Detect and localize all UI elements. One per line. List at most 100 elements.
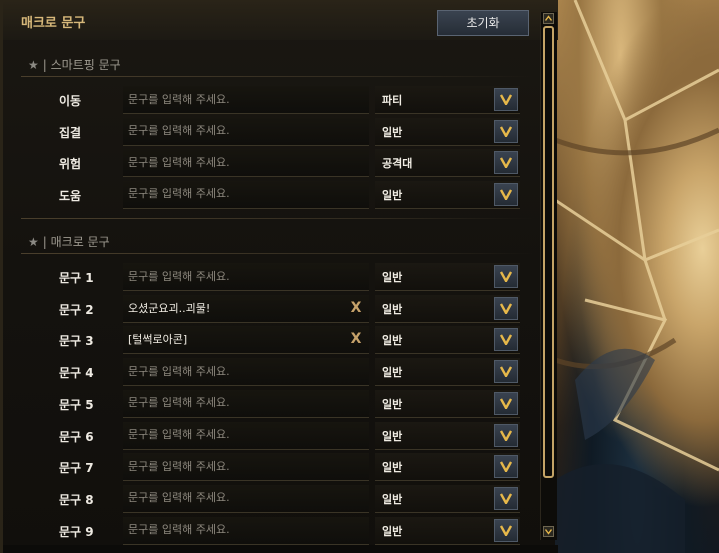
arrow-down-icon[interactable] bbox=[543, 526, 554, 537]
phrase-input[interactable] bbox=[128, 516, 338, 543]
channel-select[interactable]: 일반 bbox=[375, 117, 520, 146]
phrase-input[interactable] bbox=[128, 180, 338, 207]
arrow-up-icon[interactable] bbox=[543, 13, 554, 24]
section-divider bbox=[21, 76, 533, 77]
channel-value: 일반 bbox=[382, 125, 403, 139]
phrase-field[interactable] bbox=[123, 358, 369, 387]
phrase-field[interactable] bbox=[123, 149, 369, 177]
phrase-field[interactable] bbox=[123, 421, 369, 450]
macro-section-header: ★ | 매크로 문구 bbox=[28, 233, 110, 250]
phrase-input[interactable] bbox=[128, 294, 338, 321]
row-label: 집결 bbox=[59, 125, 82, 140]
macro-section-title: | 매크로 문구 bbox=[42, 235, 110, 249]
phrase-input[interactable] bbox=[128, 86, 338, 112]
bottom-strip bbox=[3, 545, 558, 553]
row-label: 문구 4 bbox=[59, 366, 94, 381]
clear-icon[interactable]: X bbox=[349, 331, 363, 347]
macro-row: 문구 9 일반 bbox=[3, 516, 543, 545]
macro-phrase-panel: 매크로 문구 초기화 ★| 스마트핑 문구 이동파티집결일반위험공격대도움일반 … bbox=[0, 0, 558, 553]
channel-value: 일반 bbox=[382, 302, 403, 316]
phrase-input[interactable] bbox=[128, 149, 338, 175]
macro-row: 문구 5 일반 bbox=[3, 389, 543, 418]
smart-ping-section-header: ★ | 스마트핑 문구 bbox=[28, 56, 121, 73]
scrollbar-thumb[interactable] bbox=[543, 26, 554, 478]
channel-select[interactable]: 일반 bbox=[375, 389, 520, 418]
phrase-field[interactable] bbox=[123, 263, 369, 291]
phrase-field[interactable] bbox=[123, 86, 369, 114]
reset-button[interactable]: 초기화 bbox=[437, 10, 529, 36]
channel-select[interactable]: 일반 bbox=[375, 263, 520, 291]
chevron-down-icon[interactable] bbox=[494, 455, 518, 479]
phrase-input[interactable] bbox=[128, 358, 338, 385]
macro-row: 문구 3 X 일반 bbox=[3, 326, 543, 355]
row-label: 문구 8 bbox=[59, 492, 94, 507]
macro-row: 문구 6 일반 bbox=[3, 421, 543, 450]
phrase-field[interactable] bbox=[123, 389, 369, 418]
clear-icon[interactable]: X bbox=[349, 300, 363, 316]
phrase-field[interactable] bbox=[123, 180, 369, 209]
phrase-input[interactable] bbox=[128, 389, 338, 416]
phrase-field[interactable]: X bbox=[123, 294, 369, 323]
chevron-down-icon[interactable] bbox=[494, 518, 518, 542]
channel-value: 일반 bbox=[382, 334, 403, 348]
chevron-down-icon[interactable] bbox=[494, 151, 518, 174]
smart-ping-section-title: | 스마트핑 문구 bbox=[42, 58, 121, 72]
channel-select[interactable]: 파티 bbox=[375, 86, 520, 114]
channel-select[interactable]: 일반 bbox=[375, 516, 520, 545]
phrase-input[interactable] bbox=[128, 117, 338, 144]
phrase-field[interactable] bbox=[123, 484, 369, 513]
chevron-down-icon[interactable] bbox=[494, 88, 518, 111]
phrase-input[interactable] bbox=[128, 453, 338, 480]
channel-value: 일반 bbox=[382, 366, 403, 380]
channel-value: 파티 bbox=[382, 94, 403, 107]
title-bar: 매크로 문구 초기화 bbox=[3, 0, 558, 40]
phrase-field[interactable] bbox=[123, 516, 369, 545]
chevron-down-icon[interactable] bbox=[494, 486, 518, 510]
row-label: 이동 bbox=[59, 94, 82, 108]
phrase-field[interactable] bbox=[123, 117, 369, 146]
row-label: 문구 6 bbox=[59, 429, 94, 444]
phrase-input[interactable] bbox=[128, 484, 338, 511]
chevron-down-icon[interactable] bbox=[494, 391, 518, 415]
channel-select[interactable]: 일반 bbox=[375, 358, 520, 387]
star-icon: ★ bbox=[28, 235, 39, 249]
channel-value: 일반 bbox=[382, 524, 403, 538]
chevron-down-icon[interactable] bbox=[494, 265, 518, 288]
macro-row: 문구 2 X 일반 bbox=[3, 294, 543, 323]
channel-value: 일반 bbox=[382, 461, 403, 475]
chevron-down-icon[interactable] bbox=[494, 360, 518, 384]
row-label: 문구 2 bbox=[59, 302, 94, 317]
smart-ping-row: 위험 공격대 bbox=[3, 149, 543, 177]
macro-row: 문구 7 일반 bbox=[3, 453, 543, 482]
star-icon: ★ bbox=[28, 58, 39, 72]
phrase-input[interactable] bbox=[128, 421, 338, 448]
channel-select[interactable]: 일반 bbox=[375, 294, 520, 323]
channel-select[interactable]: 일반 bbox=[375, 484, 520, 513]
channel-select[interactable]: 일반 bbox=[375, 453, 520, 482]
channel-select[interactable]: 일반 bbox=[375, 180, 520, 209]
channel-select[interactable]: 공격대 bbox=[375, 149, 520, 177]
macro-row: 문구 4 일반 bbox=[3, 358, 543, 387]
row-label: 문구 7 bbox=[59, 461, 94, 476]
channel-select[interactable]: 일반 bbox=[375, 421, 520, 450]
row-label: 문구 5 bbox=[59, 397, 94, 412]
chevron-down-icon[interactable] bbox=[494, 296, 518, 320]
section-divider bbox=[21, 218, 533, 219]
channel-select[interactable]: 일반 bbox=[375, 326, 520, 355]
chevron-down-icon[interactable] bbox=[494, 119, 518, 143]
phrase-field[interactable] bbox=[123, 453, 369, 482]
channel-value: 일반 bbox=[382, 188, 403, 202]
chevron-down-icon[interactable] bbox=[494, 182, 518, 206]
smart-ping-row: 도움 일반 bbox=[3, 180, 543, 209]
channel-value: 일반 bbox=[382, 492, 403, 506]
phrase-field[interactable]: X bbox=[123, 326, 369, 355]
channel-value: 공격대 bbox=[382, 157, 413, 170]
chevron-down-icon[interactable] bbox=[494, 328, 518, 352]
chevron-down-icon[interactable] bbox=[494, 423, 518, 447]
smart-ping-row: 집결 일반 bbox=[3, 117, 543, 146]
phrase-input[interactable] bbox=[128, 326, 338, 353]
phrase-input[interactable] bbox=[128, 263, 338, 289]
channel-value: 일반 bbox=[382, 397, 403, 411]
row-label: 위험 bbox=[59, 157, 82, 171]
smart-ping-row: 이동 파티 bbox=[3, 86, 543, 114]
